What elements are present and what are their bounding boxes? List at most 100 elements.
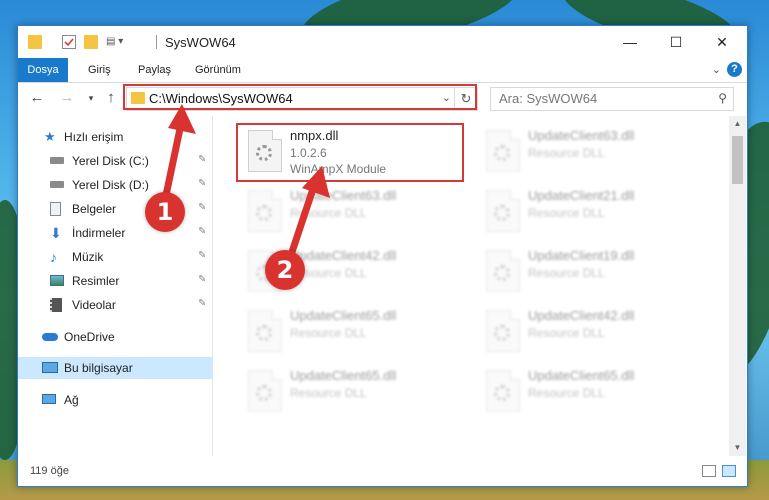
pin-icon[interactable]: ✎	[198, 154, 206, 165]
file-type: Resource DLL	[528, 206, 605, 220]
large-icons-view-icon[interactable]	[722, 465, 736, 477]
nav-item-local-disk-c[interactable]: Yerel Disk (C:) ✎	[18, 150, 212, 172]
file-item[interactable]: UpdateClient63.dll Resource DLL	[238, 182, 458, 238]
file-item[interactable]: UpdateClient65.dll Resource DLL	[238, 362, 458, 418]
onedrive-icon	[42, 333, 58, 341]
up-arrow-icon[interactable]: ↑	[102, 89, 120, 107]
nav-item-label: Müzik	[72, 250, 104, 264]
minimize-button[interactable]: —	[607, 26, 653, 58]
nav-item-downloads[interactable]: ⬇ İndirmeler ✎	[18, 222, 212, 244]
nav-item-pictures[interactable]: Resimler ✎	[18, 270, 212, 292]
dll-file-icon	[486, 370, 520, 412]
dll-file-icon	[486, 310, 520, 352]
help-icon[interactable]: ?	[727, 62, 742, 77]
file-item[interactable]: UpdateClient65.dll Resource DLL	[238, 302, 458, 358]
gear-icon	[256, 385, 272, 401]
nav-item-videos[interactable]: Videolar ✎	[18, 294, 212, 316]
drive-icon	[50, 157, 64, 164]
file-item[interactable]: UpdateClient65.dll Resource DLL	[476, 362, 696, 418]
file-name: UpdateClient42.dll	[528, 308, 635, 323]
file-type: Resource DLL	[290, 326, 367, 340]
dll-file-icon	[248, 370, 282, 412]
network-icon	[42, 394, 56, 404]
file-name: UpdateClient65.dll	[290, 308, 397, 323]
pictures-icon	[50, 275, 64, 286]
file-name: UpdateClient65.dll	[528, 368, 635, 383]
annotation-highlight-address	[123, 84, 477, 110]
scroll-thumb[interactable]	[732, 136, 743, 184]
pin-icon[interactable]: ✎	[198, 250, 206, 261]
title-separator	[156, 35, 157, 49]
gear-icon	[256, 205, 272, 221]
pin-icon[interactable]: ✎	[198, 178, 206, 189]
scroll-up-icon[interactable]: ▲	[729, 116, 746, 132]
pin-icon[interactable]: ✎	[198, 298, 206, 309]
dll-file-icon	[486, 130, 520, 172]
music-icon: ♪	[50, 249, 57, 265]
nav-item-this-pc[interactable]: Bu bilgisayar	[18, 357, 212, 379]
nav-item-onedrive[interactable]: OneDrive	[18, 326, 212, 348]
pin-icon[interactable]: ✎	[198, 202, 206, 213]
file-name: UpdateClient65.dll	[290, 368, 397, 383]
recent-locations-icon[interactable]: ▾	[82, 89, 100, 107]
file-type: Resource DLL	[528, 386, 605, 400]
ribbon-tabs: Dosya Giriş Paylaş Görünüm ⌄ ?	[18, 58, 747, 83]
file-type: Resource DLL	[528, 266, 605, 280]
nav-item-music[interactable]: ♪ Müzik ✎	[18, 246, 212, 268]
item-count: 119 öğe	[30, 465, 69, 477]
computer-icon	[42, 362, 58, 373]
file-type: Resource DLL	[528, 146, 605, 160]
close-button[interactable]: ✕	[699, 26, 745, 58]
nav-item-label: Belgeler	[72, 202, 117, 216]
gear-icon	[256, 325, 272, 341]
annotation-highlight-file	[236, 123, 464, 182]
window-title: SysWOW64	[165, 35, 236, 50]
nav-item-label: Yerel Disk (C:)	[72, 154, 149, 168]
scroll-down-icon[interactable]: ▼	[729, 440, 746, 456]
nav-item-quick-access[interactable]: ★ Hızlı erişim	[18, 126, 212, 148]
nav-item-label: Ağ	[64, 393, 79, 407]
nav-item-label: Videolar	[72, 298, 116, 312]
customize-toolbar-icon[interactable]: ▤ ▾	[106, 35, 132, 49]
gear-icon	[494, 325, 510, 341]
videos-icon	[50, 298, 62, 312]
nav-item-local-disk-d[interactable]: Yerel Disk (D:) ✎	[18, 174, 212, 196]
nav-item-network[interactable]: Ağ	[18, 389, 212, 411]
tab-view[interactable]: Görünüm	[195, 58, 241, 82]
gear-icon	[494, 205, 510, 221]
gear-icon	[494, 265, 510, 281]
back-arrow-icon[interactable]: ←	[28, 89, 46, 107]
file-item[interactable]: UpdateClient42.dll Resource DLL	[476, 302, 696, 358]
file-item[interactable]: UpdateClient21.dll Resource DLL	[476, 182, 696, 238]
search-input[interactable]: Ara: SysWOW64 ⚲	[490, 87, 734, 111]
vertical-scrollbar[interactable]: ▲ ▼	[729, 116, 746, 456]
file-item[interactable]: UpdateClient19.dll Resource DLL	[476, 242, 696, 298]
file-name: UpdateClient21.dll	[528, 188, 635, 203]
pin-icon[interactable]: ✎	[198, 274, 206, 285]
expand-ribbon-icon[interactable]: ⌄	[712, 63, 721, 76]
star-icon: ★	[44, 129, 56, 144]
tab-file[interactable]: Dosya	[18, 58, 68, 82]
tab-home[interactable]: Giriş	[88, 58, 111, 82]
step-1-badge: 1	[145, 192, 185, 232]
nav-item-label: OneDrive	[64, 330, 115, 344]
search-placeholder: Ara: SysWOW64	[499, 91, 598, 106]
dll-file-icon	[248, 310, 282, 352]
maximize-button[interactable]: ☐	[653, 26, 699, 58]
properties-icon[interactable]	[62, 35, 76, 49]
file-name: UpdateClient42.dll	[290, 248, 397, 263]
tab-share[interactable]: Paylaş	[138, 58, 171, 82]
forward-arrow-icon[interactable]: →	[58, 89, 76, 107]
file-name: UpdateClient63.dll	[290, 188, 397, 203]
file-type: Resource DLL	[290, 206, 367, 220]
gear-icon	[494, 385, 510, 401]
file-type: Resource DLL	[290, 386, 367, 400]
details-view-icon[interactable]	[702, 465, 716, 477]
search-icon[interactable]: ⚲	[718, 91, 727, 105]
title-bar: ▤ ▾ SysWOW64 — ☐ ✕	[18, 26, 747, 58]
folder-icon	[28, 35, 42, 49]
status-bar: 119 öğe	[18, 458, 747, 485]
file-item[interactable]: UpdateClient63.dll Resource DLL	[476, 122, 696, 178]
pin-icon[interactable]: ✎	[198, 226, 206, 237]
new-folder-icon[interactable]	[84, 35, 98, 49]
